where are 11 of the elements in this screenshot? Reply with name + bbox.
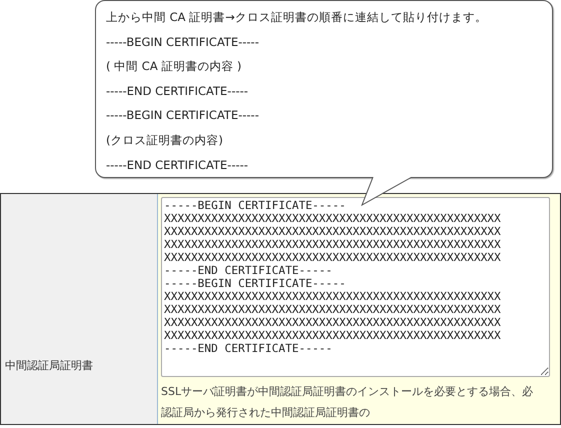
field-label: 中間認証局証明書: [5, 359, 93, 372]
callout-text-line: ( 中間 CA 証明書の内容 ): [106, 58, 242, 76]
callout-text-line: 上から中間 CA 証明書→クロス証明書の順番に連結して貼り付けます。: [106, 9, 488, 26]
certificate-textarea[interactable]: -----BEGIN CERTIFICATE----- XXXXXXXXXXXXXXXXXXXXXXXXXXXXXXXXXXXXXXXXXXXXXXXXXX XXXXXXXXXXXXXXXXXXXXXXXXXXXXXXXXXXXXXXXXXXXXXXXXXX XXXXXXXXXXXXXXXXXXXXXXXXXXXXXXXXXXXXXXXXXXXXXXXXXX XXXXXXXXXXXXXXXXXXXXXXXXXXXXXXXXXXXXXXXXXXXXXXXXXX -----END CERTIFICATE----- -----BEGIN CERTIFICATE----- XXXXXXXXXXXXXXXXXXXXXXXXXXXXXXXXXXXXXXXXXXXXXXXXXX XXXXXXXXXXXXXXXXXXXXXXXXXXXXXXXXXXXXXXXXXXXXXXXXXX XXXXXXXXXXXXXXXXXXXXXXXXXXXXXXXXXXXXXXXXXXXXXXXXXX XXXXXXXXXXXXXXXXXXXXXXXXXXXXXXXXXXXXXXXXXXXXXXXXXX -----END CERTIFICATE-----: [161, 197, 550, 377]
callout-text-line: (クロス証明書の内容): [106, 132, 224, 149]
help-text-line: SSLサーバ証明書が中間認証局証明書のインストールを必要とする場合、必: [161, 384, 534, 400]
callout-text-line: -----END CERTIFICATE-----: [106, 82, 250, 100]
callout-text-line: -----BEGIN CERTIFICATE-----: [106, 34, 260, 51]
callout-text-line: -----BEGIN CERTIFICATE-----: [106, 107, 260, 124]
help-text-line: 認証局から発行された中間認証局証明書の: [161, 405, 371, 421]
callout-text-line: -----END CERTIFICATE-----: [106, 156, 250, 174]
